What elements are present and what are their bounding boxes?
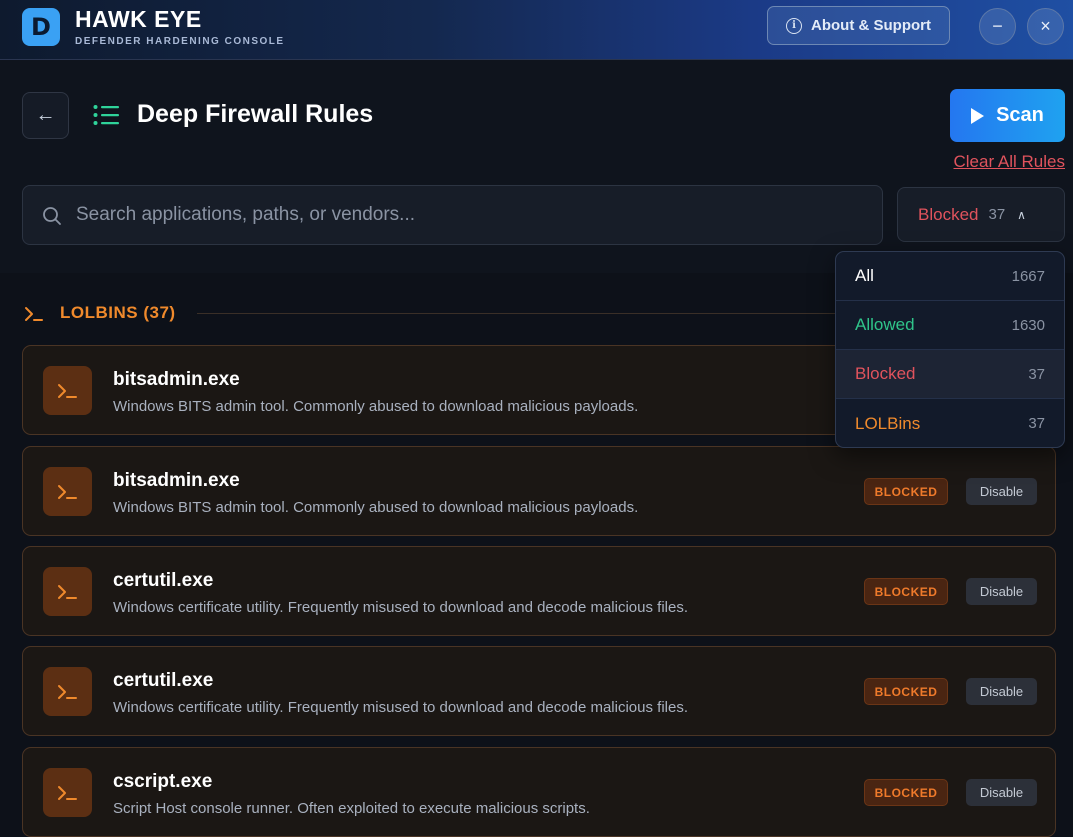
rule-description: Windows certificate utility. Frequently … [113,599,688,616]
app-title: HAWK EYE [75,6,202,32]
minimize-button[interactable]: − [979,8,1016,45]
filter-option-all[interactable]: All 1667 [836,252,1064,301]
app-subtitle: DEFENDER HARDENING CONSOLE [75,36,285,47]
section-title: LOLBINS (37) [60,303,176,322]
status-badge: BLOCKED [864,779,948,806]
terminal-icon [57,484,77,499]
scan-button[interactable]: Scan [950,89,1065,142]
filter-option-label: All [855,266,874,285]
rule-card: cscript.exe Script Host console runner. … [22,747,1056,837]
play-icon [971,107,985,124]
filter-selected-label: Blocked [918,204,979,224]
rule-icon [43,467,92,516]
filter-option-label: Allowed [855,315,915,334]
status-badge: BLOCKED [864,578,948,605]
minimize-icon: − [992,16,1003,36]
arrow-left-icon: ← [35,104,56,126]
info-icon: i [786,17,802,34]
search-box [22,185,883,245]
rule-description: Windows certificate utility. Frequently … [113,699,688,716]
rule-description: Windows BITS admin tool. Commonly abused… [113,398,639,415]
about-support-label: About & Support [811,17,931,34]
close-icon: × [1040,16,1051,36]
filter-option-allowed[interactable]: Allowed 1630 [836,301,1064,350]
search-icon [43,207,61,225]
filter-option-count: 1630 [1011,316,1045,334]
filter-option-label: LOLBins [855,413,921,433]
disable-button[interactable]: Disable [966,779,1037,806]
chevron-up-icon: ∧ [1017,207,1026,222]
terminal-icon [57,785,77,800]
title-bar: D HAWK EYE DEFENDER HARDENING CONSOLE i … [0,0,1073,60]
filter-option-lolbins[interactable]: LOLBins 37 [836,399,1064,447]
about-support-button[interactable]: i About & Support [767,6,950,45]
close-button[interactable]: × [1027,8,1064,45]
status-badge: BLOCKED [864,478,948,505]
filter-option-count: 37 [1028,415,1045,432]
clear-all-rules-link[interactable]: Clear All Rules [954,152,1066,172]
filter-option-label: Blocked [855,364,916,383]
terminal-icon [57,383,77,398]
filter-option-count: 1667 [1011,267,1045,285]
filter-option-count: 37 [1028,365,1045,383]
disable-button[interactable]: Disable [966,678,1037,705]
rule-description: Windows BITS admin tool. Commonly abused… [113,499,639,516]
rule-name: bitsadmin.exe [113,369,240,390]
list-icon [93,105,119,125]
rule-card: bitsadmin.exe Windows BITS admin tool. C… [22,446,1056,536]
rule-name: bitsadmin.exe [113,470,240,491]
rule-name: cscript.exe [113,771,213,792]
page-title: Deep Firewall Rules [137,100,374,128]
app-logo: D [22,8,60,46]
rule-card: certutil.exe Windows certificate utility… [22,646,1056,736]
filter-select[interactable]: Blocked 37 ∧ [897,187,1065,242]
rule-icon [43,667,92,716]
terminal-icon [57,684,77,699]
filter-option-blocked[interactable]: Blocked 37 [836,350,1064,399]
search-input[interactable] [76,186,866,244]
back-button[interactable]: ← [22,92,69,139]
rule-name: certutil.exe [113,670,214,691]
logo-letter: D [31,13,51,41]
disable-button[interactable]: Disable [966,478,1037,505]
rule-description: Script Host console runner. Often exploi… [113,800,590,817]
status-badge: BLOCKED [864,678,948,705]
rule-icon [43,366,92,415]
terminal-icon [25,307,43,321]
rule-name: certutil.exe [113,570,214,591]
rule-icon [43,768,92,817]
rule-icon [43,567,92,616]
scan-label: Scan [996,104,1044,126]
filter-selected-count: 37 [988,206,1006,223]
disable-button[interactable]: Disable [966,578,1037,605]
terminal-icon [57,584,77,599]
rule-card: certutil.exe Windows certificate utility… [22,546,1056,636]
filter-dropdown: All 1667 Allowed 1630 Blocked 37 LOLBins… [835,251,1065,448]
